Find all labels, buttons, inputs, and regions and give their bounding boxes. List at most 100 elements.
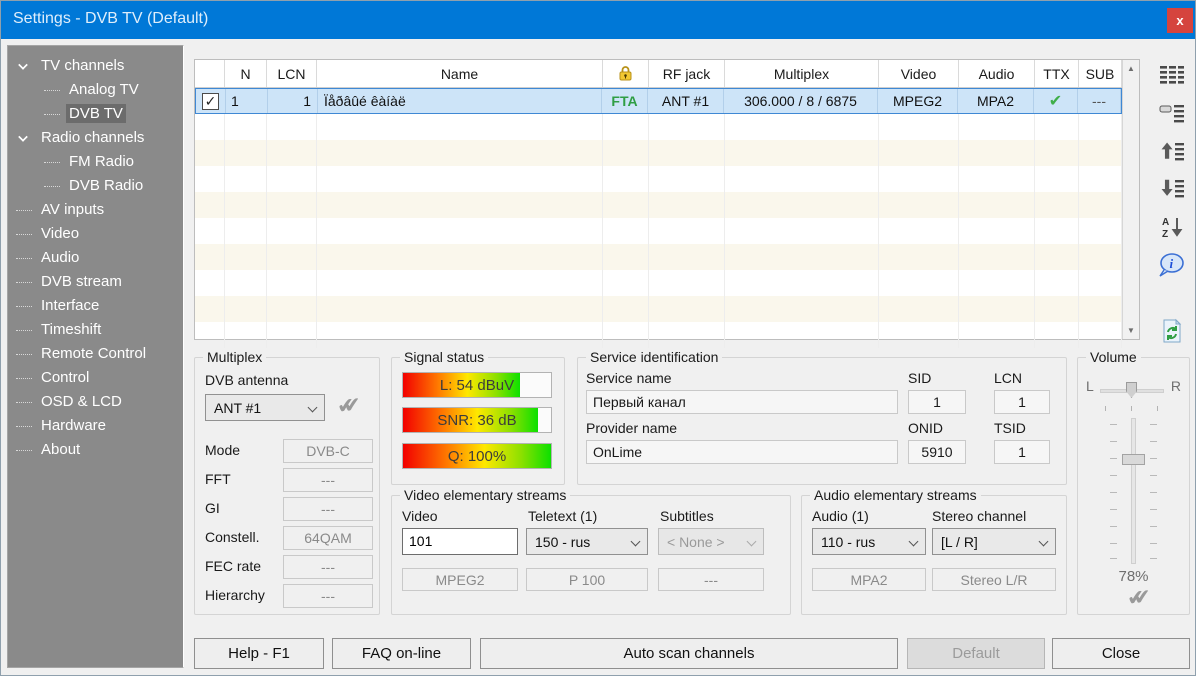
default-button[interactable]: Default: [907, 638, 1045, 669]
onid-field: 5910: [908, 440, 966, 464]
sidebar-item-radio-channels[interactable]: Radio channels: [8, 126, 183, 150]
provider-name-label: Provider name: [586, 420, 677, 436]
sidebar-item-about[interactable]: About: [8, 438, 183, 462]
sidebar-item-remote-control[interactable]: Remote Control: [8, 342, 183, 366]
close-button[interactable]: Close: [1052, 638, 1190, 669]
volume-check-icon: ✔✔: [1078, 586, 1189, 611]
balance-right-label: R: [1171, 378, 1181, 394]
sidebar-item-tv-channels[interactable]: TV channels: [8, 54, 183, 78]
properties-icon[interactable]: i: [1157, 251, 1187, 279]
scroll-up-icon[interactable]: ▲: [1123, 60, 1139, 77]
snr-bar: SNR: 36 dB: [402, 407, 552, 433]
channel-checkbox[interactable]: ✓: [202, 93, 219, 110]
ttx-check-icon: ✔: [1034, 89, 1078, 113]
channel-row-selected[interactable]: ✓ 1 1 Ïåðâûé êàíàë FTA ANT #1 306.000 / …: [195, 88, 1122, 114]
sidebar-item-control[interactable]: Control: [8, 366, 183, 390]
refresh-list-icon[interactable]: [1157, 317, 1187, 345]
quality-bar: Q: 100%: [402, 443, 552, 469]
subtitles-select[interactable]: < None >: [658, 528, 764, 555]
faq-button[interactable]: FAQ on-line: [332, 638, 471, 669]
sidebar-item-av-inputs[interactable]: AV inputs: [8, 198, 183, 222]
video-streams-group: Video elementary streams Video Teletext …: [391, 495, 791, 615]
header-audio[interactable]: Audio: [959, 60, 1035, 87]
sidebar-item-timeshift[interactable]: Timeshift: [8, 318, 183, 342]
sort-az-icon[interactable]: A Z: [1157, 213, 1187, 241]
video-pid-label: Video: [402, 508, 438, 524]
sidebar-item-dvb-radio[interactable]: DVB Radio: [8, 174, 183, 198]
header-rf-jack[interactable]: RF jack: [649, 60, 725, 87]
service-name-label: Service name: [586, 370, 672, 386]
table-scrollbar[interactable]: ▲ ▼: [1122, 60, 1139, 339]
provider-name-field[interactable]: OnLime: [586, 440, 898, 464]
sidebar-item-dvb-stream[interactable]: DVB stream: [8, 270, 183, 294]
sidebar-item-interface[interactable]: Interface: [8, 294, 183, 318]
fec-rate-value: ---: [283, 555, 373, 579]
chevron-down-icon: [909, 537, 919, 547]
stereo-channel-label: Stereo channel: [932, 508, 1026, 524]
chevron-down-icon: [1039, 537, 1049, 547]
sidebar-item-audio[interactable]: Audio: [8, 246, 183, 270]
cell-name: Ïåðâûé êàíàë: [318, 89, 602, 113]
dvb-antenna-select[interactable]: ANT #1: [205, 394, 325, 421]
stereo-channel-select[interactable]: [L / R]: [932, 528, 1056, 555]
move-down-icon[interactable]: [1157, 175, 1187, 203]
header-video[interactable]: Video: [879, 60, 959, 87]
close-icon[interactable]: x: [1167, 8, 1193, 33]
cell-sub: ---: [1078, 89, 1121, 113]
chevron-down-icon: [18, 132, 28, 142]
volume-slider[interactable]: [1131, 418, 1136, 564]
stereo-mode-field: Stereo L/R: [932, 568, 1056, 591]
subtitles-info-field: ---: [658, 568, 764, 591]
service-name-field[interactable]: Первый канал: [586, 390, 898, 414]
header-lcn[interactable]: LCN: [267, 60, 317, 87]
cell-audio: MPA2: [958, 89, 1034, 113]
header-name[interactable]: Name: [317, 60, 603, 87]
table-header-row: N LCN Name RF jack Multiplex Video Audio…: [195, 60, 1122, 88]
channel-grid-icon[interactable]: [1157, 61, 1187, 89]
mode-value: DVB-C: [283, 439, 373, 463]
volume-percent: 78%: [1078, 568, 1189, 585]
dvb-antenna-label: DVB antenna: [205, 372, 288, 388]
empty-row: [195, 244, 1122, 270]
header-ttx[interactable]: TTX: [1035, 60, 1079, 87]
edit-name-icon[interactable]: [1157, 99, 1187, 127]
header-sub[interactable]: SUB: [1079, 60, 1122, 87]
onid-label: ONID: [908, 420, 943, 436]
header-multiplex[interactable]: Multiplex: [725, 60, 879, 87]
sidebar-item-fm-radio[interactable]: FM Radio: [8, 150, 183, 174]
scroll-down-icon[interactable]: ▼: [1123, 322, 1139, 339]
level-bar-label: L: 54 dBuV: [403, 373, 551, 397]
empty-row: [195, 192, 1122, 218]
sidebar-item-analog-tv[interactable]: Analog TV: [8, 78, 183, 102]
video-pid-input[interactable]: 101: [402, 528, 518, 555]
empty-row: [195, 296, 1122, 322]
cell-video: MPEG2: [878, 89, 958, 113]
help-button[interactable]: Help - F1: [194, 638, 324, 669]
auto-scan-button[interactable]: Auto scan channels: [480, 638, 898, 669]
volume-slider-thumb[interactable]: [1122, 454, 1145, 465]
audio-select[interactable]: 110 - rus: [812, 528, 926, 555]
teletext-page-field: P 100: [526, 568, 648, 591]
header-checkbox-col[interactable]: [195, 60, 225, 87]
balance-left-label: L: [1086, 378, 1094, 394]
hierarchy-label: Hierarchy: [205, 587, 265, 603]
empty-row: [195, 270, 1122, 296]
signal-status-title: Signal status: [400, 349, 488, 365]
sidebar-item-dvb-tv[interactable]: DVB TV: [8, 102, 183, 126]
header-n[interactable]: N: [225, 60, 267, 87]
teletext-select[interactable]: 150 - rus: [526, 528, 648, 555]
move-up-icon[interactable]: [1157, 137, 1187, 165]
cell-lcn: 1: [268, 89, 318, 113]
sidebar-item-hardware[interactable]: Hardware: [8, 414, 183, 438]
sidebar-item-video[interactable]: Video: [8, 222, 183, 246]
audio-pid-label: Audio (1): [812, 508, 869, 524]
sidebar-item-osd-lcd[interactable]: OSD & LCD: [8, 390, 183, 414]
svg-text:A: A: [1162, 217, 1169, 228]
settings-tree: TV channels Analog TV DVB TV Radio chann…: [7, 45, 184, 668]
fec-rate-label: FEC rate: [205, 558, 261, 574]
constellation-value: 64QAM: [283, 526, 373, 550]
balance-slider-thumb[interactable]: [1126, 382, 1137, 398]
multiplex-title: Multiplex: [203, 349, 266, 365]
chevron-down-icon: [308, 403, 318, 413]
lock-icon[interactable]: [603, 60, 649, 87]
